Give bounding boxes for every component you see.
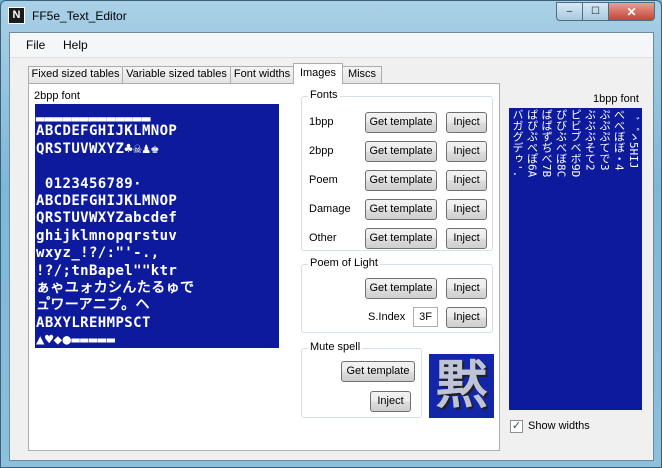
tab-miscs[interactable]: Miscs xyxy=(342,66,382,83)
font-row: ABXYLREHMPSCT xyxy=(36,314,151,331)
font-column: ぶぶぶそて2 xyxy=(583,109,597,171)
font-row-label-damage: Damage xyxy=(309,203,351,215)
client-area: File Help Fixed sized tables Variable si… xyxy=(9,32,654,461)
font-column: ぷぷぷてで3 xyxy=(598,109,611,171)
font-row: ぁゃユォカシんたるゅで xyxy=(36,280,195,297)
poem-of-light-group: Poem of Light Get template Inject S.Inde… xyxy=(301,257,493,333)
mute-spell-group: Mute spell Get template Inject xyxy=(301,341,422,418)
show-widths-label: Show widths xyxy=(528,420,590,432)
font-row: QRSTUVWXYZabcdef xyxy=(36,210,178,227)
inject-mute-spell-button[interactable]: Inject xyxy=(370,391,411,412)
font-row: 0123456789· xyxy=(36,175,142,192)
1bpp-font-label: 1bpp font xyxy=(593,93,639,105)
1bpp-font-canvas: バガグデゥ'. ぱぴぷぺぽ6A ぱぱずぢべ7B ぴびぶべぼ8C ピビブベボ9D ぶぶぶそて… xyxy=(509,108,642,410)
get-template-1bpp-button[interactable]: Get template xyxy=(365,112,437,133)
font-column: ぴびぶべぼ8C xyxy=(554,109,568,178)
font-column: バガグデゥ'. xyxy=(511,109,524,178)
menu-file[interactable]: File xyxy=(26,38,45,52)
get-template-poem-of-light-button[interactable]: Get template xyxy=(365,278,437,299)
window-title: FF5e_Text_Editor xyxy=(32,9,127,23)
font-row-label-1bpp: 1bpp xyxy=(309,116,334,128)
get-template-mute-spell-button[interactable]: Get template xyxy=(341,361,415,382)
font-row: ュ゚ワーアニプ。ヘ xyxy=(36,297,150,314)
get-template-2bpp-button[interactable]: Get template xyxy=(365,141,437,162)
2bpp-font-canvas: ▂▂▂▂▂▂▂▂▂▂▂▂▂ ABCDEFGHIJKLMNOP QRSTUVWXYZ♣… xyxy=(35,104,279,348)
mute-spell-group-title: Mute spell xyxy=(308,341,363,353)
font-row: !?/;tnBapel""ktr xyxy=(36,262,178,279)
tab-fixed-sized-tables[interactable]: Fixed sized tables xyxy=(28,66,123,83)
get-template-damage-button[interactable]: Get template xyxy=(365,199,437,220)
close-button[interactable]: ✕ xyxy=(609,2,655,21)
get-template-other-button[interactable]: Get template xyxy=(365,228,437,249)
font-row-label-poem: Poem xyxy=(309,174,338,186)
2bpp-font-label: 2bpp font xyxy=(34,90,80,102)
mute-spell-preview: 黙 xyxy=(429,354,494,418)
font-column: ピビブベボ9D xyxy=(569,109,582,178)
menu-help[interactable]: Help xyxy=(63,38,88,52)
inject-1bpp-button[interactable]: Inject xyxy=(446,112,487,133)
font-row: ABCDEFGHIJKLMNOP xyxy=(36,123,178,140)
font-row: QRSTUVWXYZ♣☠♟♚ xyxy=(36,140,160,157)
inject-damage-button[interactable]: Inject xyxy=(446,199,487,220)
images-tab-panel: 2bpp font ▂▂▂▂▂▂▂▂▂▂▂▂▂ ABCDEFGHIJKLMNOP Q… xyxy=(28,83,500,451)
title-bar[interactable]: N FF5e_Text_Editor – ☐ ✕ xyxy=(1,1,661,31)
tab-variable-sized-tables[interactable]: Variable sized tables xyxy=(122,66,231,83)
tab-font-widths[interactable]: Font widths xyxy=(230,66,294,83)
1bpp-font-glyphs: バガグデゥ'. ぱぴぷぺぽ6A ぱぱずぢべ7B ぴびぶべぼ8C ピビブベボ9D ぶぶぶそて… xyxy=(511,109,640,177)
maximize-button[interactable]: ☐ xyxy=(583,2,609,21)
font-column: ゛゜ゝ5HIJ xyxy=(627,109,640,169)
font-row xyxy=(36,158,194,175)
minimize-button[interactable]: – xyxy=(556,2,583,21)
font-row: ghijklmnopqrstuv xyxy=(36,227,178,244)
get-template-poem-button[interactable]: Get template xyxy=(365,170,437,191)
2bpp-font-glyphs: ▂▂▂▂▂▂▂▂▂▂▂▂▂ ABCDEFGHIJKLMNOP QRSTUVWXYZ♣… xyxy=(36,106,194,348)
inject-poem-button[interactable]: Inject xyxy=(446,170,487,191)
fonts-group-title: Fonts xyxy=(308,89,340,101)
font-row: wxyz_!?/:"'-., xyxy=(36,245,160,262)
app-logo-icon: N xyxy=(8,7,25,24)
inject-sindex-button[interactable]: Inject xyxy=(446,307,487,328)
font-row: ▲♥◆●▬▬▬▬▬ xyxy=(36,332,116,348)
inject-poem-of-light-button[interactable]: Inject xyxy=(446,278,487,299)
font-row-label-other: Other xyxy=(309,232,337,244)
inject-other-button[interactable]: Inject xyxy=(446,228,487,249)
menu-bar: File Help xyxy=(10,33,653,58)
sindex-label: S.Index xyxy=(368,311,406,323)
font-column: ぱぴぷぺぽ6A xyxy=(525,109,539,178)
inject-2bpp-button[interactable]: Inject xyxy=(446,141,487,162)
show-widths-checkbox[interactable]: ✓ xyxy=(510,420,523,433)
sindex-input[interactable]: 3F xyxy=(413,307,438,327)
font-row: ABCDEFGHIJKLMNOP xyxy=(36,193,178,210)
font-column: ぱぱずぢべ7B xyxy=(540,109,553,178)
fonts-group: Fonts 1bpp Get template Inject 2bpp Get … xyxy=(301,89,493,251)
font-column: べべぼぼ・4 xyxy=(612,109,626,171)
font-row-label-2bpp: 2bpp xyxy=(309,145,334,157)
mute-spell-glyph: 黙 xyxy=(435,356,488,416)
app-window: N FF5e_Text_Editor – ☐ ✕ File Help Fixed… xyxy=(0,0,662,468)
font-row: ▂▂▂▂▂▂▂▂▂▂▂▂▂ xyxy=(36,106,151,122)
poem-of-light-group-title: Poem of Light xyxy=(308,257,380,269)
tab-images[interactable]: Images xyxy=(293,63,343,84)
